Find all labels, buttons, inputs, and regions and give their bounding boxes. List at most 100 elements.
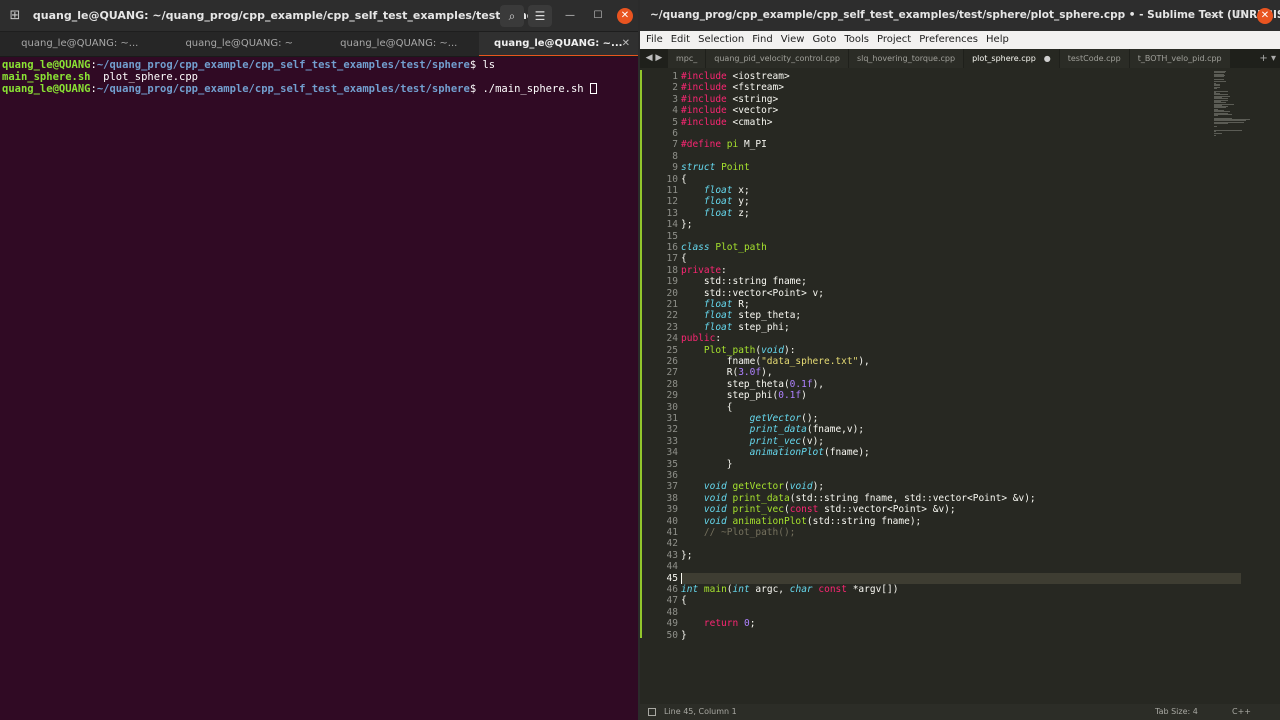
menu-help[interactable]: Help	[984, 31, 1015, 49]
line-number: 41	[666, 527, 678, 538]
line-number: 45	[666, 572, 678, 584]
menu-goto[interactable]: Goto	[810, 31, 842, 49]
close-icon[interactable]: ✕	[1257, 8, 1273, 24]
line-number: 37	[666, 481, 678, 493]
search-icon[interactable]: ⌕	[500, 5, 524, 27]
prompt-user: quang_le@QUANG	[2, 83, 91, 95]
menu-file[interactable]: File	[644, 31, 669, 49]
editor-tab[interactable]: mpc_	[668, 49, 706, 68]
tab-size-indicator[interactable]: Tab Size: 4	[1155, 704, 1198, 720]
line-number: 12	[666, 196, 678, 208]
terminal-tab[interactable]: quang_le@QUANG: ~...	[0, 32, 160, 56]
line-number: 22	[666, 310, 678, 322]
line-number: 43	[666, 549, 678, 561]
line-number: 19	[666, 276, 678, 288]
menu-preferences[interactable]: Preferences	[917, 31, 984, 49]
line-number: 7	[672, 139, 678, 151]
editor-tab-label: t_BOTH_velo_pid.cpp	[1137, 54, 1222, 63]
editor-tab-label: plot_sphere.cpp	[972, 54, 1036, 63]
panel-toggle-icon[interactable]	[648, 708, 656, 716]
minimap-line	[1214, 134, 1216, 136]
menu-find[interactable]: Find	[750, 31, 779, 49]
editor-tab-label: slq_hovering_torque.cpp	[856, 54, 956, 63]
editor-tab[interactable]: testCode.cpp	[1059, 49, 1129, 68]
line-number: 18	[666, 264, 678, 276]
terminal-tab-label: quang_le@QUANG: ~...	[21, 38, 139, 49]
editor-tab-label: mpc_	[676, 54, 698, 63]
terminal-tab[interactable]: quang_le@QUANG: ~...	[319, 32, 479, 56]
close-icon[interactable]: ✕	[617, 8, 633, 24]
editor-tab-active[interactable]: plot_sphere.cpp ●	[964, 49, 1059, 68]
terminal-cursor	[589, 83, 597, 94]
tab-close-icon[interactable]: ✕	[622, 32, 630, 56]
line-number: 20	[666, 287, 678, 299]
editor-tab[interactable]: quang_pid_velocity_control.cpp	[706, 49, 848, 68]
line-number: 36	[666, 470, 678, 481]
minimap-line	[1214, 129, 1242, 131]
line-number: 33	[666, 435, 678, 447]
minimize-icon[interactable]: —	[562, 8, 578, 24]
line-number: 47	[666, 595, 678, 607]
line-number: 15	[666, 230, 678, 242]
terminal-tab[interactable]: quang_le@QUANG: ~	[160, 32, 320, 56]
line-number: 13	[666, 207, 678, 219]
line-number: 8	[672, 150, 678, 162]
editor-tab[interactable]: slq_hovering_torque.cpp	[848, 49, 964, 68]
line-number: 35	[666, 458, 678, 470]
terminal-line: quang_le@QUANG:~/quang_prog/cpp_example/…	[2, 59, 636, 71]
terminal-line: main_sphere.sh plot_sphere.cpp	[2, 71, 636, 83]
line-number: 16	[666, 242, 678, 253]
status-bar: Line 45, Column 1 Tab Size: 4 C++	[640, 704, 1280, 720]
sublime-title: ~/quang_prog/cpp_example/cpp_self_test_e…	[650, 9, 1280, 21]
line-number: 38	[666, 492, 678, 504]
minimap-line	[1214, 87, 1217, 89]
line-number: 28	[666, 378, 678, 390]
minimap-line	[1214, 78, 1224, 80]
hamburger-menu-icon[interactable]: ☰	[528, 5, 552, 27]
line-number: 49	[666, 618, 678, 630]
new-tab-icon[interactable]: + ▾	[1259, 49, 1276, 68]
minimap-line	[1214, 130, 1216, 132]
menu-selection[interactable]: Selection	[696, 31, 750, 49]
line-number: 50	[666, 629, 678, 641]
terminal-output[interactable]: quang_le@QUANG:~/quang_prog/cpp_example/…	[0, 57, 638, 97]
tab-scroll-icon[interactable]: ◀ ▶	[640, 49, 668, 68]
line-number: 9	[672, 162, 678, 174]
line-number: 4	[672, 105, 678, 117]
minimap-line	[1214, 123, 1228, 124]
menu-edit[interactable]: Edit	[669, 31, 696, 49]
minimap-line	[1214, 125, 1217, 127]
syntax-indicator[interactable]: C++	[1232, 704, 1251, 720]
terminal-line: quang_le@QUANG:~/quang_prog/cpp_example/…	[2, 83, 636, 95]
minimap[interactable]	[1214, 71, 1266, 137]
line-gutter: 1 2 3 4 5 6 7 8 9 10 11 12 13 14 15 16 17 18 19 20 21 22 23 24 2…	[640, 68, 678, 704]
line-number: 42	[666, 538, 678, 550]
editor-tab-label: quang_pid_velocity_control.cpp	[714, 54, 840, 63]
menu-view[interactable]: View	[779, 31, 811, 49]
sublime-window: ~/quang_prog/cpp_example/cpp_self_test_e…	[640, 0, 1280, 720]
line-number: 1	[672, 71, 678, 82]
line-number: 30	[666, 401, 678, 413]
line-number: 46	[666, 584, 678, 595]
line-number: 11	[666, 185, 678, 196]
line-number: 6	[672, 128, 678, 139]
line-number: 5	[672, 116, 678, 128]
line-number: 32	[666, 424, 678, 436]
line-number: 14	[666, 219, 678, 231]
line-number: 31	[666, 413, 678, 424]
minimize-icon[interactable]: —	[1206, 8, 1222, 24]
editor-tab-label: testCode.cpp	[1067, 54, 1121, 63]
line-number: 29	[666, 390, 678, 402]
maximize-icon[interactable]: ☐	[590, 8, 606, 24]
unsaved-dot-icon[interactable]: ●	[1044, 54, 1051, 63]
editor-tab[interactable]: t_BOTH_velo_pid.cpp	[1129, 49, 1230, 68]
menu-project[interactable]: Project	[875, 31, 917, 49]
code-editor[interactable]: 1 2 3 4 5 6 7 8 9 10 11 12 13 14 15 16 17 18 19 20 21 22 23 24 2…	[640, 68, 1280, 704]
menu-tools[interactable]: Tools	[842, 31, 875, 49]
terminal-tab-active[interactable]: quang_le@QUANG: ~... ✕	[478, 32, 638, 56]
line-number: 44	[666, 561, 678, 573]
line-number: 3	[672, 93, 678, 105]
maximize-icon[interactable]: ☐	[1232, 8, 1248, 24]
terminal-title: quang_le@QUANG: ~/quang_prog/cpp_example…	[32, 9, 548, 22]
terminal-tab-label: quang_le@QUANG: ~...	[494, 38, 623, 49]
